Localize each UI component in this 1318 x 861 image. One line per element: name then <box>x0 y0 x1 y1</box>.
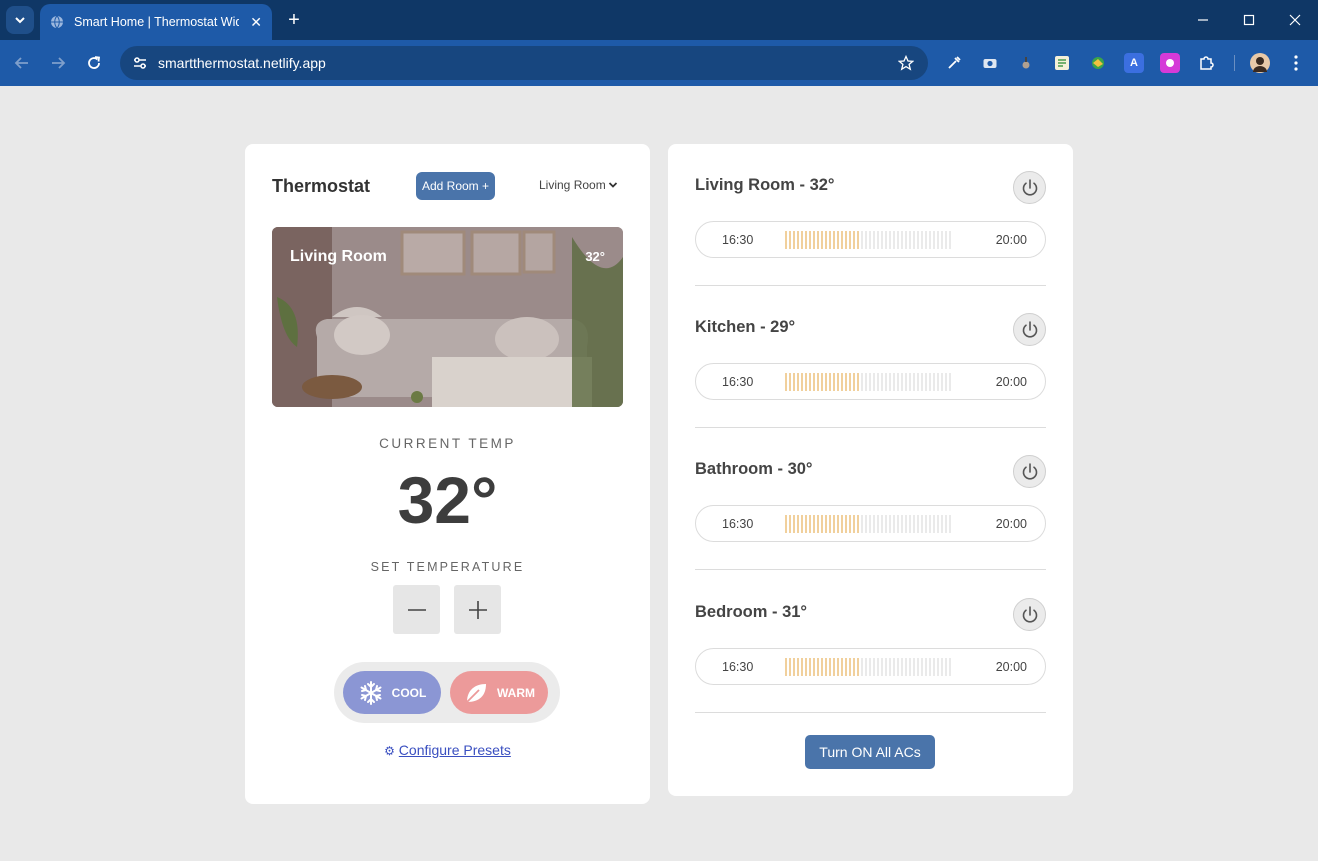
warm-mode-label: WARM <box>497 685 535 700</box>
browser-toolbar: smartthermostat.netlify.app A <box>0 40 1318 86</box>
chevron-down-icon <box>608 182 617 188</box>
cool-mode-label: COOL <box>391 685 427 700</box>
ac-room-name: Kitchen - 29° <box>695 318 796 336</box>
globe-icon <box>51 15 63 29</box>
row-divider <box>695 569 1046 570</box>
thermostat-title: Thermostat <box>272 176 371 196</box>
ac-room-name: Bathroom - 30° <box>695 460 813 478</box>
power-icon <box>1022 178 1037 196</box>
increase-temp-button[interactable] <box>454 585 501 634</box>
schedule-end-time: 20:00 <box>995 233 1027 247</box>
tune-icon <box>134 57 146 69</box>
close-icon <box>1289 14 1301 26</box>
color-extension-icon[interactable] <box>1160 53 1180 73</box>
plus-icon <box>468 600 487 619</box>
schedule-timeline[interactable]: 16:30 20:00 <box>695 221 1046 258</box>
avatar[interactable] <box>1250 53 1270 73</box>
schedule-ticks <box>785 231 951 249</box>
reload-button[interactable] <box>82 51 106 75</box>
power-icon <box>1022 320 1037 338</box>
schedule-end-time: 20:00 <box>995 517 1027 531</box>
current-temp-value: 32° <box>397 463 498 537</box>
reload-icon <box>88 56 101 69</box>
leaf-icon <box>466 683 486 703</box>
snowflake-icon <box>360 680 382 705</box>
browser-tab[interactable]: Smart Home | Thermostat Widget ✕ <box>40 4 272 40</box>
image-room-label: Living Room <box>290 248 387 265</box>
room-select[interactable]: Living Room <box>539 178 618 192</box>
ac-row: Living Room - 32° 16:30 20:00 <box>695 144 1046 286</box>
schedule-ticks <box>785 658 951 676</box>
maximize-button[interactable] <box>1226 0 1272 40</box>
minimize-icon <box>1198 19 1208 21</box>
add-room-button[interactable]: Add Room + <box>416 172 495 200</box>
notes-extension-icon[interactable] <box>1052 53 1072 73</box>
close-window-button[interactable] <box>1272 0 1318 40</box>
translate-extension-icon[interactable]: A <box>1124 53 1144 73</box>
row-divider <box>695 712 1046 713</box>
ac-room-name: Bedroom - 31° <box>695 603 808 621</box>
room-image: Living Room 32° <box>272 227 623 407</box>
current-temp-label: CURRENT TEMP <box>379 436 516 451</box>
camera-icon[interactable] <box>980 53 1000 73</box>
power-button[interactable] <box>1013 171 1046 204</box>
tab-title: Smart Home | Thermostat Widget <box>74 15 239 29</box>
schedule-start-time: 16:30 <box>722 233 754 247</box>
kebab-menu-icon[interactable] <box>1286 53 1306 73</box>
settings-icon: ⚙ <box>384 744 395 758</box>
set-temp-label: SET TEMPERATURE <box>370 560 525 574</box>
puzzle-extensions-icon[interactable] <box>1196 53 1216 73</box>
back-button[interactable] <box>10 51 34 75</box>
power-button[interactable] <box>1013 598 1046 631</box>
configure-presets-link[interactable]: Configure Presets <box>399 742 511 758</box>
warm-mode-button[interactable]: WARM <box>450 671 548 714</box>
power-icon <box>1022 605 1037 623</box>
schedule-ticks <box>785 373 951 391</box>
star-icon[interactable] <box>898 55 914 71</box>
address-bar[interactable]: smartthermostat.netlify.app <box>120 46 928 80</box>
mode-toggle: COOL WARM <box>334 662 560 723</box>
toolbar-divider <box>1234 55 1235 71</box>
schedule-start-time: 16:30 <box>722 517 754 531</box>
room-select-value: Living Room <box>539 178 606 192</box>
schedule-timeline[interactable]: 16:30 20:00 <box>695 648 1046 685</box>
ac-room-name: Living Room - 32° <box>695 176 835 194</box>
globe-extension-icon[interactable] <box>1088 53 1108 73</box>
site-info-button[interactable] <box>124 49 156 77</box>
schedule-start-time: 16:30 <box>722 660 754 674</box>
minus-icon <box>407 608 426 611</box>
power-button[interactable] <box>1013 455 1046 488</box>
minimize-button[interactable] <box>1180 0 1226 40</box>
image-room-temp: 32° <box>585 249 605 264</box>
configure-presets[interactable]: ⚙ Configure Presets <box>245 742 650 758</box>
schedule-timeline[interactable]: 16:30 20:00 <box>695 363 1046 400</box>
schedule-timeline[interactable]: 16:30 20:00 <box>695 505 1046 542</box>
new-tab-button[interactable]: + <box>282 8 306 32</box>
ac-row: Bathroom - 30° 16:30 20:00 <box>695 428 1046 570</box>
url-text[interactable]: smartthermostat.netlify.app <box>158 55 326 71</box>
ac-row: Kitchen - 29° 16:30 20:00 <box>695 286 1046 428</box>
schedule-start-time: 16:30 <box>722 375 754 389</box>
extension-dropper-icon[interactable] <box>1016 53 1036 73</box>
tab-search-button[interactable] <box>6 6 34 34</box>
power-icon <box>1022 462 1037 480</box>
forward-button[interactable] <box>46 51 70 75</box>
schedule-ticks <box>785 515 951 533</box>
tab-close-icon[interactable]: ✕ <box>250 14 262 31</box>
turn-on-all-button[interactable]: Turn ON All ACs <box>805 735 935 769</box>
maximize-icon <box>1243 14 1255 26</box>
chevron-down-icon <box>15 17 25 24</box>
ac-list-card: Living Room - 32° 16:30 20:00 Kitchen - … <box>668 144 1073 796</box>
browser-tabbar: Smart Home | Thermostat Widget ✕ + <box>0 0 1318 40</box>
cool-mode-button[interactable]: COOL <box>343 671 441 714</box>
arrow-right-icon <box>52 57 66 69</box>
arrow-left-icon <box>14 57 28 69</box>
power-button[interactable] <box>1013 313 1046 346</box>
eyedropper-icon[interactable] <box>944 53 964 73</box>
schedule-end-time: 20:00 <box>995 375 1027 389</box>
decrease-temp-button[interactable] <box>393 585 440 634</box>
schedule-end-time: 20:00 <box>995 660 1027 674</box>
ac-row: Bedroom - 31° 16:30 20:00 <box>695 571 1046 713</box>
thermostat-card: Thermostat Add Room + Living Room Living… <box>245 144 650 804</box>
